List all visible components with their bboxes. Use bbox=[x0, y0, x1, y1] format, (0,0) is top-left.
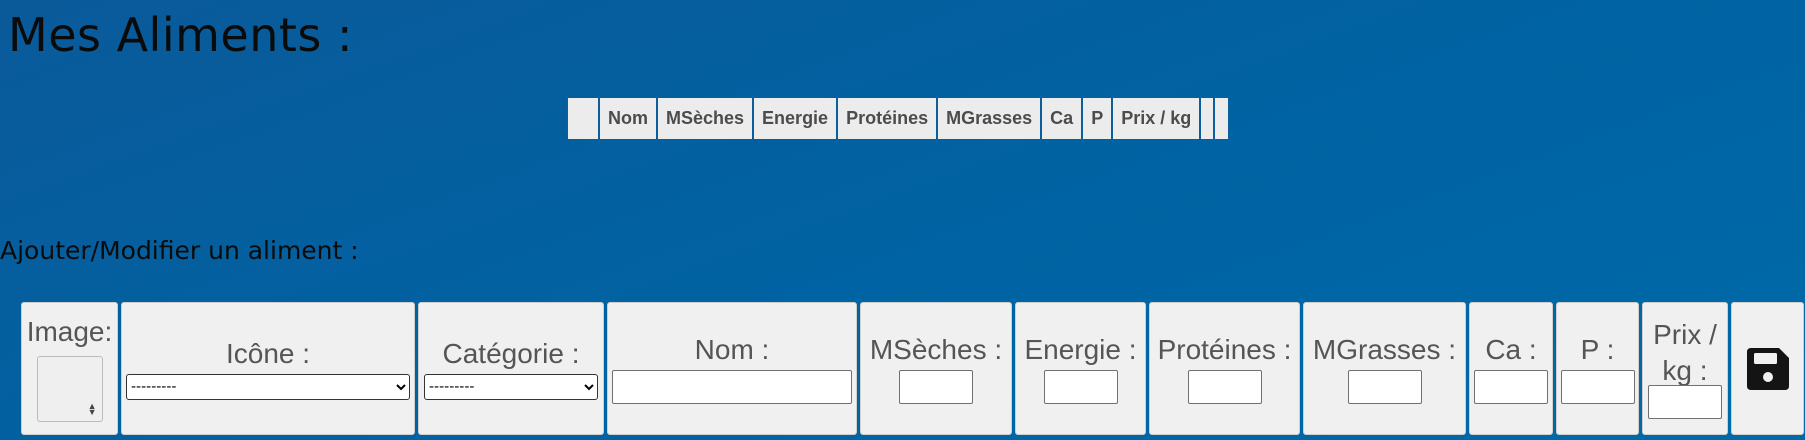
p-input[interactable] bbox=[1560, 369, 1635, 404]
mgrasses-cell: MGrasses : bbox=[1303, 302, 1466, 435]
column-header-nom[interactable]: Nom bbox=[600, 98, 656, 139]
foods-table: Nom MSèches Energie Protéines MGrasses C… bbox=[566, 98, 1231, 139]
energie-label: Energie : bbox=[1024, 333, 1137, 365]
icone-cell: Icône : --------- bbox=[121, 302, 415, 435]
categorie-label: Catégorie : bbox=[442, 337, 580, 369]
energie-input[interactable] bbox=[1043, 369, 1118, 404]
icone-label: Icône : bbox=[225, 337, 311, 369]
image-label: Image: bbox=[26, 315, 113, 347]
save-button[interactable] bbox=[1731, 302, 1804, 435]
image-picker[interactable]: ▲ ▼ bbox=[36, 355, 103, 422]
nom-label: Nom : bbox=[694, 333, 770, 365]
mseches-cell: MSèches : bbox=[860, 302, 1012, 435]
prix-label-line1: Prix / bbox=[1653, 318, 1717, 350]
column-header-p[interactable]: P bbox=[1083, 98, 1112, 139]
form-title: Ajouter/Modifier un aliment : bbox=[0, 236, 359, 265]
categorie-select[interactable]: --------- bbox=[424, 373, 598, 400]
column-header-blank bbox=[568, 98, 598, 139]
column-header-energie[interactable]: Energie bbox=[754, 98, 837, 139]
page-title: Mes Aliments : bbox=[8, 8, 353, 62]
mgrasses-label: MGrasses : bbox=[1312, 333, 1457, 365]
energie-cell: Energie : bbox=[1015, 302, 1146, 435]
column-header-prix-kg[interactable]: Prix / kg bbox=[1113, 98, 1200, 139]
proteines-label: Protéines : bbox=[1157, 333, 1292, 365]
p-label: P : bbox=[1580, 333, 1615, 365]
proteines-input[interactable] bbox=[1187, 369, 1262, 404]
proteines-cell: Protéines : bbox=[1149, 302, 1300, 435]
ca-cell: Ca : bbox=[1469, 302, 1553, 435]
table-header-row: Nom MSèches Energie Protéines MGrasses C… bbox=[568, 98, 1229, 139]
nom-cell: Nom : bbox=[607, 302, 857, 435]
column-header-blank bbox=[1215, 98, 1229, 139]
floppy-disk-icon bbox=[1746, 347, 1789, 390]
categorie-cell: Catégorie : --------- bbox=[418, 302, 604, 435]
prix-input[interactable] bbox=[1648, 384, 1722, 419]
mseches-label: MSèches : bbox=[869, 333, 1003, 365]
column-header-proteines[interactable]: Protéines bbox=[838, 98, 937, 139]
add-food-form: Image: ▲ ▼ Icône : --------- Catégorie : … bbox=[21, 302, 1804, 435]
spinner-arrows-icon: ▲ ▼ bbox=[87, 400, 97, 417]
image-cell: Image: ▲ ▼ bbox=[21, 302, 118, 435]
column-header-mgrasses[interactable]: MGrasses bbox=[938, 98, 1041, 139]
ca-input[interactable] bbox=[1474, 369, 1548, 404]
p-cell: P : bbox=[1556, 302, 1639, 435]
prix-label-line2: kg : bbox=[1662, 354, 1708, 386]
column-header-blank bbox=[1201, 98, 1214, 139]
icone-select[interactable]: --------- bbox=[126, 373, 410, 400]
prix-cell: Prix / kg : bbox=[1642, 302, 1728, 435]
ca-label: Ca : bbox=[1485, 333, 1537, 365]
mgrasses-input[interactable] bbox=[1347, 369, 1422, 404]
nom-input[interactable] bbox=[612, 369, 852, 404]
prix-label: Prix / kg : bbox=[1653, 313, 1717, 385]
column-header-ca[interactable]: Ca bbox=[1042, 98, 1082, 139]
column-header-mseches[interactable]: MSèches bbox=[658, 98, 753, 139]
mseches-input[interactable] bbox=[899, 369, 973, 404]
